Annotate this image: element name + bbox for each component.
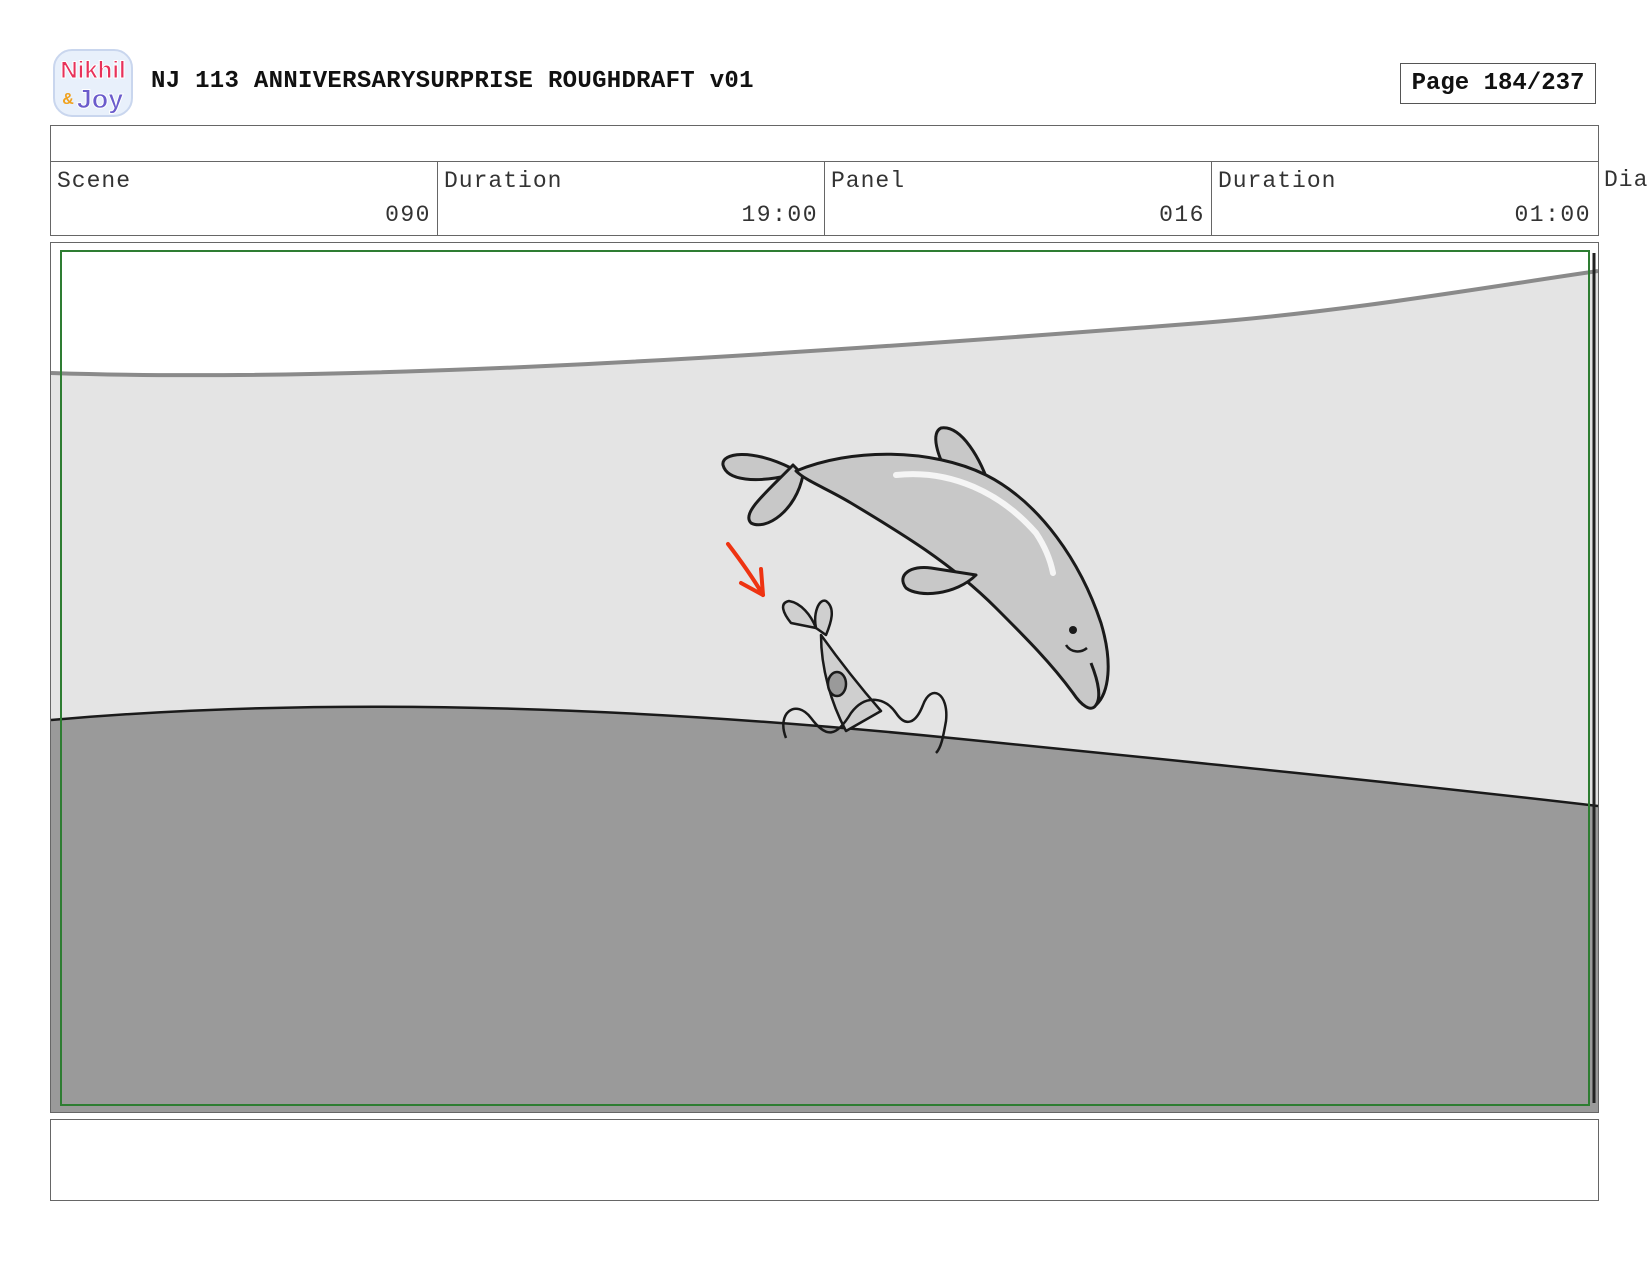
storyboard-panel (50, 242, 1599, 1113)
page-indicator: Page 184/237 (1400, 63, 1596, 104)
panel-drawing (51, 243, 1598, 1112)
nikhil-joy-logo: Nikhil & Joy (53, 49, 133, 117)
dialogue-label: Dia (1604, 167, 1649, 193)
logo-text-nikhil: Nikhil (60, 57, 125, 84)
logo-ampersand: & (62, 91, 74, 108)
storyboard-header: Scene 090 Duration 19:00 Panel 016 Durat… (50, 125, 1599, 236)
panel-duration-label: Duration (1218, 168, 1337, 194)
panel-value: 016 (1159, 202, 1205, 228)
panel-duration-cell: Duration 01:00 (1212, 162, 1597, 235)
dolphin-eye (1069, 626, 1077, 634)
notes-box (50, 1119, 1599, 1201)
panel-duration-value: 01:00 (1514, 202, 1591, 228)
scene-duration-value: 19:00 (741, 202, 818, 228)
document-title: NJ 113 ANNIVERSARYSURPRISE ROUGHDRAFT v0… (151, 68, 754, 95)
scene-cell: Scene 090 (51, 162, 438, 235)
panel-cell: Panel 016 (825, 162, 1212, 235)
meta-row: Scene 090 Duration 19:00 Panel 016 Durat… (51, 162, 1598, 235)
scene-value: 090 (385, 202, 431, 228)
logo-text-joy: Joy (77, 84, 124, 114)
scene-label: Scene (57, 168, 132, 194)
scene-duration-label: Duration (444, 168, 563, 194)
panel-label: Panel (831, 168, 906, 194)
scene-duration-cell: Duration 19:00 (438, 162, 825, 235)
